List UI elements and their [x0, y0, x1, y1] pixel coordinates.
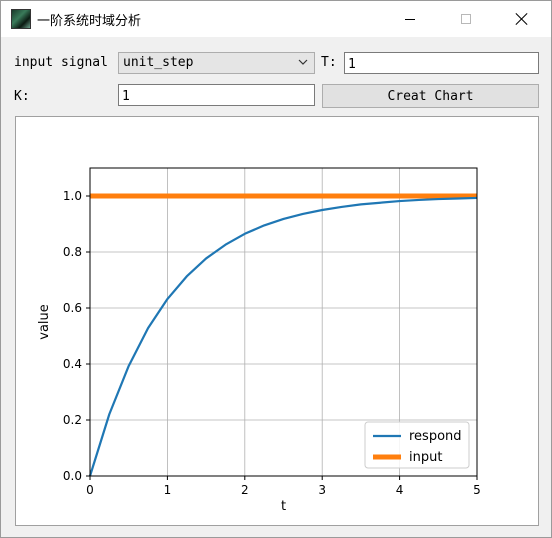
chevron-down-icon [298, 59, 308, 65]
title-bar[interactable]: 一阶系统时域分析 [1, 1, 551, 37]
input-signal-value: unit_step [123, 55, 194, 70]
app-icon [11, 9, 31, 29]
input-signal-select[interactable]: unit_step [118, 52, 315, 74]
close-icon [516, 13, 528, 25]
x-tick-label: 2 [241, 483, 249, 497]
k-field-box[interactable] [118, 84, 315, 107]
y-tick-label: 0.4 [63, 357, 82, 371]
x-tick-label: 5 [473, 483, 481, 497]
y-tick-label: 0.8 [63, 245, 82, 259]
maximize-button[interactable] [443, 1, 489, 37]
k-input[interactable] [119, 86, 314, 107]
x-tick-label: 3 [318, 483, 326, 497]
y-tick-label: 1.0 [63, 189, 82, 203]
close-button[interactable] [499, 1, 545, 37]
x-tick-label: 4 [396, 483, 404, 497]
window-title: 一阶系统时域分析 [37, 14, 142, 29]
legend-label-input: input [409, 450, 442, 465]
chart-panel: 0 1 2 3 4 5 0.0 0.2 0.4 0.6 0.8 1.0 t value respond inp… [15, 116, 539, 526]
y-tick-label: 0.6 [63, 301, 82, 315]
input-signal-label: input signal [14, 55, 108, 70]
chart: 0 1 2 3 4 5 0.0 0.2 0.4 0.6 0.8 1.0 t value respond inp… [37, 167, 481, 514]
t-label: T: [321, 55, 337, 70]
y-tick-label: 0.2 [63, 413, 82, 427]
x-tick-label: 0 [86, 483, 94, 497]
t-field-box[interactable] [344, 52, 539, 75]
create-chart-button[interactable]: Creat Chart [322, 84, 539, 108]
maximize-icon [461, 14, 471, 24]
t-input[interactable] [345, 54, 538, 75]
y-axis-label: value [37, 304, 52, 340]
app-window: 一阶系统时域分析 input signal unit_step T: K: Cr… [0, 0, 552, 538]
x-axis-label: t [281, 499, 286, 514]
k-label: K: [14, 89, 30, 104]
minimize-button[interactable] [387, 1, 433, 37]
legend-label-respond: respond [409, 429, 462, 444]
x-tick-label: 1 [164, 483, 172, 497]
y-tick-label: 0.0 [63, 469, 82, 483]
minimize-icon [405, 18, 415, 20]
